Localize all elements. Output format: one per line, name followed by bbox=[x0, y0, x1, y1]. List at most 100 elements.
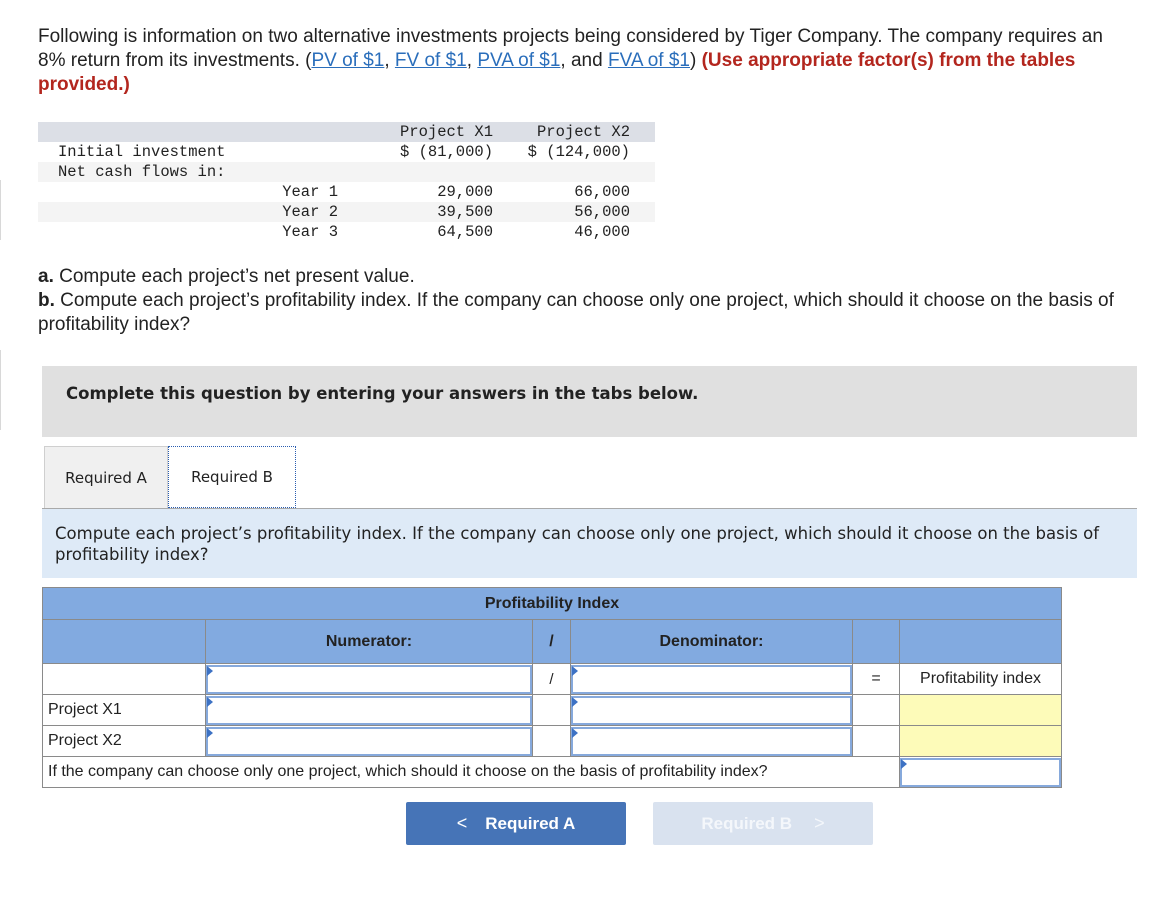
header-empty bbox=[899, 619, 1062, 664]
divide-symbol: / bbox=[532, 663, 571, 695]
separator: , bbox=[466, 50, 478, 71]
result-label: Profitability index bbox=[899, 663, 1062, 695]
table-row: Year 1 29,000 66,000 bbox=[38, 182, 655, 202]
row-label: Initial investment bbox=[58, 143, 226, 161]
table-row: Project X1 bbox=[42, 694, 1062, 726]
x1-value: $ (81,000) bbox=[399, 143, 493, 161]
denominator-label-input[interactable] bbox=[571, 664, 852, 694]
denominator-label-cell[interactable] bbox=[570, 663, 853, 695]
previous-required-a-button[interactable]: < Required A bbox=[406, 802, 626, 845]
table-row: Year 2 39,500 56,000 bbox=[38, 202, 655, 222]
project-x2-numerator-input[interactable] bbox=[206, 726, 532, 756]
choice-cell[interactable] bbox=[899, 756, 1062, 788]
left-edge-divider bbox=[0, 350, 1, 430]
table-row: Initial investment $ (81,000) $ (124,000… bbox=[38, 142, 655, 162]
numerator-header: Numerator: bbox=[205, 619, 533, 664]
x1-value: 64,500 bbox=[437, 223, 493, 241]
numerator-label-cell[interactable] bbox=[205, 663, 533, 695]
x1-value: 29,000 bbox=[437, 183, 493, 201]
row-sublabel bbox=[248, 142, 373, 162]
empty-cell bbox=[852, 725, 900, 757]
given-header-row: Project X1 Project X2 bbox=[38, 122, 655, 142]
row-sublabel: Year 3 bbox=[282, 223, 338, 241]
problem-intro: Following is information on two alternat… bbox=[38, 25, 1128, 97]
profitability-index-table: Profitability Index Numerator: / Denomin… bbox=[42, 587, 1062, 788]
empty-cell bbox=[532, 725, 571, 757]
row-sublabel: Year 2 bbox=[248, 202, 373, 222]
numerator-cell[interactable] bbox=[205, 725, 533, 757]
pv-of-1-link[interactable]: PV of $1 bbox=[311, 50, 384, 71]
x2-value: 56,000 bbox=[508, 202, 655, 222]
x2-value: 66,000 bbox=[574, 183, 630, 201]
pi-title-row: Profitability Index bbox=[42, 587, 1062, 620]
button-label: Required B bbox=[701, 813, 793, 833]
empty-cell bbox=[532, 694, 571, 726]
header-cell bbox=[38, 122, 248, 142]
header-empty bbox=[42, 619, 206, 664]
header-empty bbox=[852, 619, 900, 664]
x2-value bbox=[508, 162, 655, 182]
separator: , bbox=[384, 50, 395, 71]
fv-of-1-link[interactable]: FV of $1 bbox=[395, 50, 467, 71]
instruction-text: Complete this question by entering your … bbox=[66, 384, 699, 403]
given-data-table: Project X1 Project X2 Initial investment… bbox=[38, 122, 655, 242]
denominator-cell[interactable] bbox=[570, 725, 853, 757]
row-label bbox=[38, 222, 248, 242]
fva-of-1-link[interactable]: FVA of $1 bbox=[608, 50, 690, 71]
x2-value: $ (124,000) bbox=[527, 143, 630, 161]
pi-label-row: / = Profitability index bbox=[42, 663, 1062, 695]
next-required-b-button[interactable]: Required B > bbox=[653, 802, 873, 845]
separator: , and bbox=[560, 50, 608, 71]
left-edge-divider bbox=[0, 180, 1, 240]
question-a-marker: a. bbox=[38, 266, 54, 287]
project-x1-denominator-input[interactable] bbox=[571, 695, 852, 725]
x1-value: 39,500 bbox=[373, 202, 508, 222]
question-list: a. Compute each project’s net present va… bbox=[38, 265, 1138, 337]
equals-symbol: = bbox=[852, 663, 900, 695]
intro-text-close: ) bbox=[690, 50, 702, 71]
project-x2-pi-result bbox=[899, 725, 1062, 757]
denominator-header: Denominator: bbox=[570, 619, 853, 664]
tab-prompt: Compute each project’s profitability ind… bbox=[42, 509, 1137, 578]
table-row: Project X2 bbox=[42, 725, 1062, 757]
question-b-text: Compute each project’s profitability ind… bbox=[38, 290, 1114, 335]
question-a: a. Compute each project’s net present va… bbox=[38, 265, 1138, 289]
instruction-banner: Complete this question by entering your … bbox=[42, 366, 1137, 437]
project-x1-numerator-input[interactable] bbox=[206, 695, 532, 725]
row-label bbox=[38, 182, 248, 202]
question-a-text: Compute each project’s net present value… bbox=[53, 266, 415, 287]
header-project-x2: Project X2 bbox=[508, 122, 655, 142]
project-x2-denominator-input[interactable] bbox=[571, 726, 852, 756]
denominator-cell[interactable] bbox=[570, 694, 853, 726]
x1-value bbox=[373, 162, 508, 182]
numerator-label-input[interactable] bbox=[206, 664, 532, 694]
chevron-left-icon: < bbox=[456, 813, 468, 833]
numerator-cell[interactable] bbox=[205, 694, 533, 726]
row-sublabel: Year 1 bbox=[282, 183, 338, 201]
question-b: b. Compute each project’s profitability … bbox=[38, 289, 1138, 337]
chevron-right-icon: > bbox=[814, 813, 825, 833]
choice-question: If the company can choose only one proje… bbox=[42, 756, 900, 788]
tab-required-b[interactable]: Required B bbox=[168, 446, 296, 508]
project-x2-label: Project X2 bbox=[42, 725, 206, 757]
row-sublabel bbox=[248, 162, 373, 182]
prompt-text: Compute each project’s profitability ind… bbox=[55, 524, 1100, 564]
empty-cell bbox=[852, 694, 900, 726]
x2-value: 46,000 bbox=[574, 223, 630, 241]
row-label bbox=[38, 202, 248, 222]
tab-label: Required B bbox=[191, 468, 273, 486]
pva-of-1-link[interactable]: PVA of $1 bbox=[477, 50, 560, 71]
tab-label: Required A bbox=[65, 468, 147, 487]
row-label-empty bbox=[42, 663, 206, 695]
table-row: Net cash flows in: bbox=[38, 162, 655, 182]
header-cell bbox=[248, 122, 373, 142]
pi-header-row: Numerator: / Denominator: bbox=[42, 619, 1062, 664]
tab-required-a[interactable]: Required A bbox=[44, 446, 168, 508]
choice-row: If the company can choose only one proje… bbox=[42, 756, 1062, 788]
project-x1-pi-result bbox=[899, 694, 1062, 726]
divide-header: / bbox=[532, 619, 571, 664]
table-row: Year 3 64,500 46,000 bbox=[38, 222, 655, 242]
header-project-x1: Project X1 bbox=[373, 122, 508, 142]
question-b-marker: b. bbox=[38, 290, 55, 311]
project-choice-input[interactable] bbox=[900, 757, 1061, 787]
